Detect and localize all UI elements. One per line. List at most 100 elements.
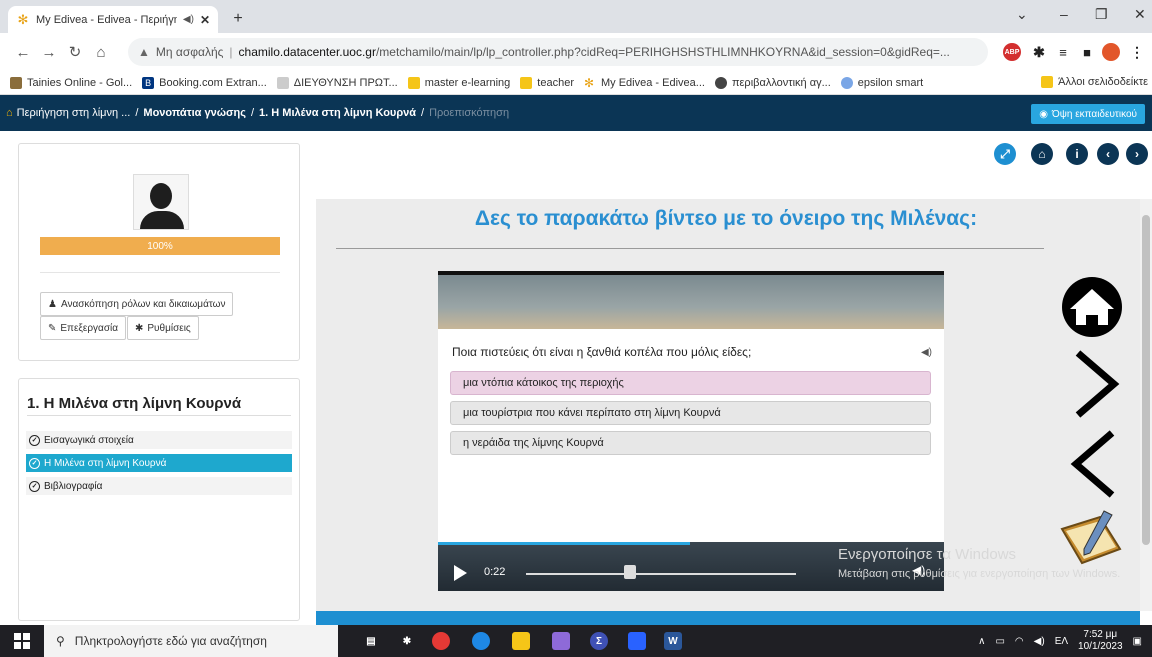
task-view-icon[interactable]: ▤ (362, 632, 380, 650)
edge-icon[interactable] (472, 632, 490, 650)
bookmark-item[interactable]: ΔΙΕΥΘΥΝΣΗ ΠΡΩΤ... (276, 76, 398, 89)
tab-search-icon[interactable]: ⌄ (1016, 6, 1028, 23)
windows-start-icon[interactable] (0, 633, 44, 649)
new-tab-button[interactable]: + (228, 9, 248, 29)
tray-chevron-icon[interactable]: ∧ (978, 636, 985, 647)
folder-icon (520, 76, 533, 89)
abp-extension-icon[interactable]: ABP (1003, 43, 1021, 61)
settings-button[interactable]: ✱ Ρυθμίσεις (127, 316, 199, 340)
home-nav-icon[interactable]: ⌂ (1031, 143, 1053, 165)
app-icon[interactable] (628, 632, 646, 650)
film-icon (10, 76, 22, 89)
home-icon[interactable]: ⌂ (88, 44, 114, 61)
user-icon: ♟ (48, 298, 57, 310)
breadcrumb-paths[interactable]: Μονοπάτια γνώσης (143, 107, 246, 119)
quiz-option[interactable]: μια ντόπια κάτοικος της περιοχής (450, 371, 931, 395)
word-icon[interactable]: W (664, 632, 682, 650)
fullscreen-icon[interactable]: ⤢ (994, 143, 1016, 165)
sigma-app-icon[interactable]: Σ (590, 632, 608, 650)
quiz-option[interactable]: η νεράιδα της λίμνης Κουρνά (450, 431, 931, 455)
browser-tab[interactable]: ✻ My Edivea - Edivea - Περιήγη ◀) ✕ (8, 6, 218, 33)
check-icon: ✓ (29, 480, 40, 492)
info-icon[interactable]: i (1066, 143, 1088, 165)
ministry-icon (276, 76, 289, 89)
security-label: Μη ασφαλής (155, 45, 224, 59)
seek-bar[interactable] (526, 573, 796, 575)
taskbar: ⚲ Πληκτρολογήστε εδώ για αναζήτηση ▤ ✱ Σ … (0, 625, 1152, 657)
folder-icon (1041, 76, 1054, 88)
lp-item-active[interactable]: ✓ Η Μιλένα στη λίμνη Κουρνά (26, 454, 292, 472)
eye-icon: ◉ (1039, 108, 1048, 120)
lesson-bottom-bar (316, 611, 1140, 625)
content-scrollbar[interactable] (1140, 199, 1152, 611)
maximize-button[interactable]: ❐ (1095, 6, 1108, 23)
extensions-icon[interactable]: ✱ (1030, 43, 1048, 61)
bookmark-item[interactable]: ✻ My Edivea - Edivea... (584, 77, 705, 89)
quiz-question: Ποια πιστεύεις ότι είναι η ξανθιά κοπέλα… (452, 345, 752, 359)
paint-icon[interactable] (552, 632, 570, 650)
address-bar[interactable]: ▲ Μη ασφαλής | chamilo.datacenter.uoc.gr… (128, 38, 988, 66)
edit-button[interactable]: ✎ Επεξεργασία (40, 316, 126, 340)
profile-avatar[interactable] (1102, 43, 1120, 61)
lp-item[interactable]: ✓ Εισαγωγικά στοιχεία (26, 431, 292, 449)
file-explorer-icon[interactable] (512, 632, 530, 650)
notifications-icon[interactable]: ▣ (1133, 636, 1142, 647)
browser-toolbar: ← → ↻ ⌂ ▲ Μη ασφαλής | chamilo.datacente… (0, 33, 1152, 71)
big-previous-icon[interactable] (1070, 429, 1120, 499)
video-player[interactable]: Ποια πιστεύεις ότι είναι η ξανθιά κοπέλα… (438, 271, 944, 591)
system-tray: ∧ ▭ ◠ ◀) ΕΛ 7:52 μμ 10/1/2023 ▣ (978, 625, 1142, 657)
network-icon[interactable]: ▭ (995, 636, 1004, 647)
roles-button[interactable]: ♟ Ανασκόπηση ρόλων και δικαιωμάτων (40, 292, 234, 316)
progress-bar: 100% (40, 237, 280, 255)
close-window-button[interactable]: ✕ (1134, 6, 1146, 23)
bookmark-item[interactable]: περιβαλλοντική αγ... (714, 76, 831, 89)
teacher-view-button[interactable]: ◉ Όψη εκπαιδευτικού (1031, 104, 1145, 124)
big-home-icon[interactable] (1056, 275, 1128, 339)
home-icon[interactable]: ⌂ (6, 107, 13, 119)
speaker-icon[interactable]: ◀) (183, 14, 194, 25)
bookmark-item[interactable]: B Booking.com Extran... (142, 76, 267, 89)
clock[interactable]: 7:52 μμ 10/1/2023 (1078, 629, 1123, 653)
bookmark-item[interactable]: teacher (520, 76, 574, 89)
pencil-icon: ✎ (48, 322, 57, 334)
lp-item[interactable]: ✓ Βιβλιογραφία (26, 477, 292, 495)
check-icon: ✓ (29, 434, 40, 446)
big-next-icon[interactable] (1070, 349, 1120, 419)
main-content: 100% ♟ Ανασκόπηση ρόλων και δικαιωμάτων ✎… (0, 131, 1152, 625)
edivea-icon: ✻ (584, 75, 595, 90)
speaker-icon[interactable]: ◀) (921, 347, 932, 358)
play-icon[interactable] (454, 565, 467, 581)
video-time: 0:22 (484, 566, 506, 578)
bookmark-item[interactable]: Tainies Online - Gol... (10, 76, 132, 89)
wifi-icon[interactable]: ◠ (1015, 636, 1024, 647)
folder-icon (407, 76, 420, 89)
language-indicator[interactable]: ΕΛ (1055, 636, 1068, 647)
notebook-icon[interactable] (1056, 507, 1126, 571)
forward-icon[interactable]: → (36, 44, 62, 61)
menu-icon[interactable]: ⋮ (1128, 43, 1146, 61)
bookmark-item[interactable]: master e-learning (407, 76, 510, 89)
reading-list-icon[interactable]: ≡ (1054, 43, 1072, 61)
chrome-icon[interactable] (432, 632, 450, 650)
sidepanel-icon[interactable]: ■ (1078, 43, 1096, 61)
breadcrumb-lp[interactable]: 1. Η Μιλένα στη λίμνη Κουρνά (259, 107, 416, 119)
breadcrumb-course[interactable]: Περιήγηση στη λίμνη ... (17, 107, 131, 119)
bookmark-item[interactable]: epsilon smart (840, 76, 923, 89)
next-icon[interactable]: › (1126, 143, 1148, 165)
minimize-button[interactable]: – (1060, 6, 1068, 22)
settings-icon[interactable]: ✱ (398, 632, 416, 650)
taskbar-search[interactable]: ⚲ Πληκτρολογήστε εδώ για αναζήτηση (44, 625, 338, 657)
previous-icon[interactable]: ‹ (1097, 143, 1119, 165)
tab-title: My Edivea - Edivea - Περιήγη (36, 13, 177, 26)
volume-tray-icon[interactable]: ◀) (1034, 636, 1045, 647)
back-icon[interactable]: ← (10, 44, 36, 61)
seek-handle[interactable] (624, 565, 636, 579)
close-tab-icon[interactable]: ✕ (200, 13, 210, 27)
video-progress[interactable] (438, 542, 690, 545)
breadcrumb-current: Προεπισκόπηση (429, 107, 510, 119)
reload-icon[interactable]: ↻ (62, 43, 88, 61)
other-bookmarks[interactable]: Άλλοι σελιδοδείκτε (1041, 76, 1148, 88)
lesson-title: Δες το παρακάτω βίντεο με το όνειρο της … (474, 207, 978, 230)
quiz-option[interactable]: μια τουρίστρια που κάνει περίπατο στη λί… (450, 401, 931, 425)
scroll-thumb[interactable] (1142, 215, 1150, 545)
